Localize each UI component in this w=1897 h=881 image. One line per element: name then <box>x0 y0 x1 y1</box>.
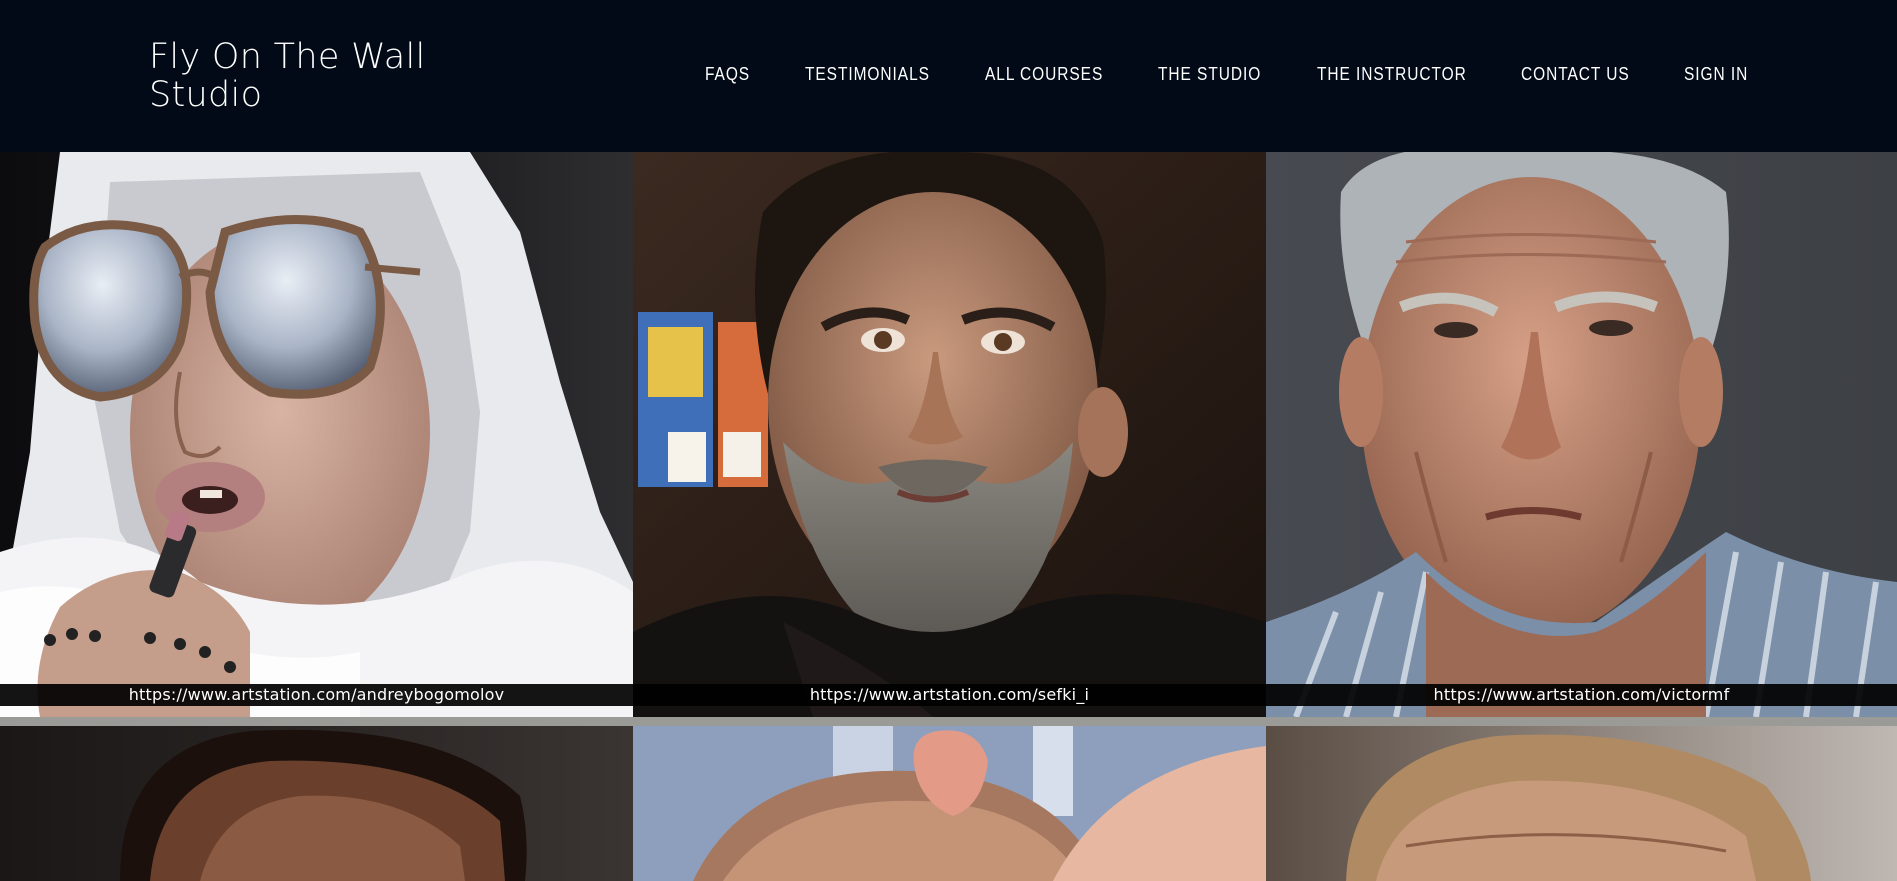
portrait-image <box>633 726 1266 881</box>
nav-item-sign-in[interactable]: SIGN IN <box>1684 63 1748 85</box>
gallery-tile[interactable]: https://www.artstation.com/andreybogomol… <box>0 152 633 717</box>
row-divider <box>0 717 1897 726</box>
caption-bar: https://www.artstation.com/sefki_i <box>633 684 1266 706</box>
artist-link[interactable]: https://www.artstation.com/sefki_i <box>633 684 1266 706</box>
site-header: Fly On The Wall Studio FAQS TESTIMONIALS… <box>0 0 1897 152</box>
portrait-image <box>1266 152 1897 717</box>
nav-item-testimonials[interactable]: TESTIMONIALS <box>805 63 930 85</box>
gallery-tile[interactable]: https://www.artstation.com/sefki_i <box>633 152 1266 717</box>
artist-link[interactable]: https://www.artstation.com/victormf <box>1266 684 1897 706</box>
portfolio-gallery: https://www.artstation.com/andreybogomol… <box>0 152 1897 881</box>
gallery-tile[interactable] <box>633 726 1266 881</box>
nav-item-faqs[interactable]: FAQS <box>705 63 750 85</box>
artist-link[interactable]: https://www.artstation.com/andreybogomol… <box>0 684 633 706</box>
portrait-image <box>1266 726 1897 881</box>
gallery-tile[interactable]: https://www.artstation.com/victormf <box>1266 152 1897 717</box>
gallery-tile[interactable] <box>1266 726 1897 881</box>
caption-bar: https://www.artstation.com/victormf <box>1266 684 1897 706</box>
portrait-image <box>0 152 633 717</box>
nav-item-the-studio[interactable]: THE STUDIO <box>1158 63 1261 85</box>
gallery-tile[interactable] <box>0 726 633 881</box>
portrait-image <box>0 726 633 881</box>
nav-item-contact-us[interactable]: CONTACT US <box>1521 63 1630 85</box>
caption-bar: https://www.artstation.com/andreybogomol… <box>0 684 633 706</box>
main-nav: FAQS TESTIMONIALS ALL COURSES THE STUDIO… <box>0 0 1897 152</box>
nav-item-all-courses[interactable]: ALL COURSES <box>985 63 1103 85</box>
portrait-image <box>633 152 1266 717</box>
nav-item-the-instructor[interactable]: THE INSTRUCTOR <box>1317 63 1467 85</box>
